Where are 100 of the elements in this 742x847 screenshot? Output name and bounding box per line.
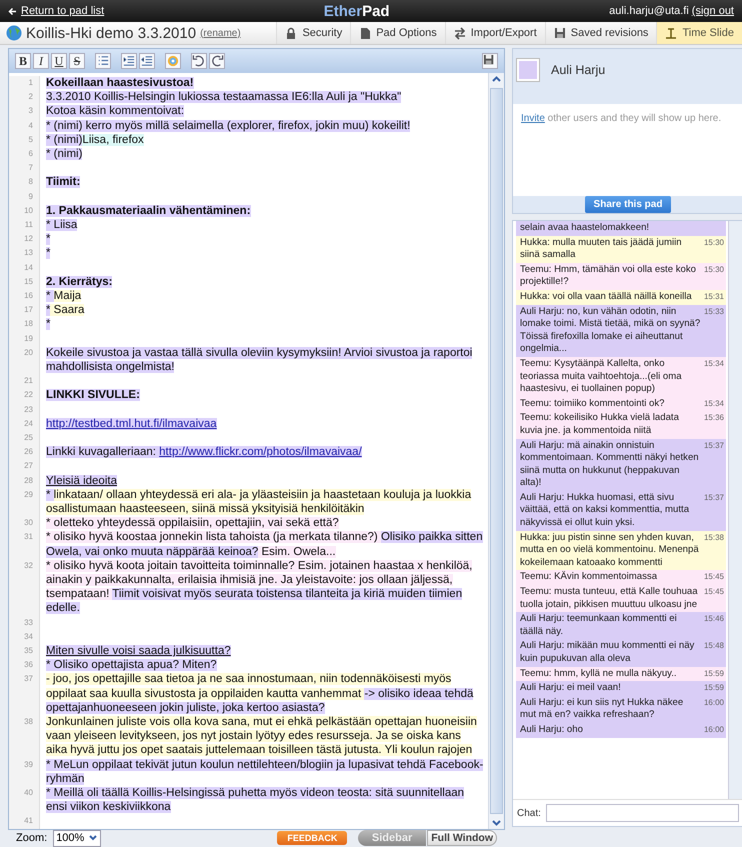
editor-line: * Meillä oli täällä Koillis-Helsingissä puhetta myös videon teosta: sitä suunnitellaan ensi viikon keskiviikkona (45, 786, 466, 814)
user-name: Auli Harju (551, 62, 606, 77)
scrollbar[interactable] (488, 73, 504, 829)
message-text: Auli Harju: teemunkaan kommentti ei täällä näy. (520, 613, 678, 638)
editor-line: LINKKI SIVULLE: (45, 388, 141, 403)
invite-text: Invite other users and they will show up here. (513, 104, 742, 196)
bold-button[interactable]: B (15, 53, 31, 69)
underline-button[interactable]: U (51, 53, 67, 69)
message-text: Teemu: kokeilisiko Hukka vielä ladata kuvia jne. ja kommentoida niitä (520, 412, 680, 438)
redo-button[interactable] (209, 53, 225, 69)
indent-button[interactable] (121, 53, 137, 69)
page-icon (359, 26, 372, 40)
message-text: Hukka: voi olla vaan täällä näillä koneilla (520, 290, 693, 304)
return-link[interactable]: Return to pad list (21, 5, 104, 17)
line-number: 31 (9, 530, 40, 559)
editor-line: * (45, 317, 52, 332)
line-number: 30 (9, 516, 40, 530)
user-email: auli.harju@uta.fi (609, 5, 689, 17)
editor-line: * oletteko yhteydessä oppilaisiin, opettajiin, vai sekä että? (45, 516, 340, 530)
arrows-icon (454, 26, 466, 40)
editor-line: * (nimi)Liisa, firefox (45, 132, 145, 148)
message-text: Auli Harju: Hukka huomasi, että sivu väittää, että on kaksi kommenttia, mutta näkyvissä ei ollut kuin yksi. (520, 492, 690, 530)
line-number: 33 (9, 616, 40, 630)
line-number: 18 (9, 317, 40, 332)
line-number: 7 (9, 161, 40, 176)
message-time: 15:30 (704, 264, 724, 276)
line-number: 27 (9, 459, 40, 474)
line-number: 29 (9, 488, 40, 516)
line-number: 41 (9, 814, 40, 829)
message-time: 15:59 (704, 682, 724, 694)
line-number: 26 (9, 445, 40, 460)
menu-tab[interactable]: Saved revisions (544, 22, 656, 44)
message-time: 15:31 (704, 290, 724, 303)
message-text: Auli Harju: mä ainakin onnistuin kommentoimaan. Kommentti näkyi hetken siinä mutta on hukkunut (heppakuvan alta)! (520, 440, 700, 490)
line-number: 17 (9, 303, 40, 318)
chat-label: Chat: (517, 808, 541, 818)
zoom-label: Zoom: (16, 832, 48, 844)
message-text: Auli Harju: ei meil vaan! (520, 682, 622, 695)
line-number: 2 (9, 90, 40, 104)
message-time: 15:33 (704, 306, 724, 318)
editor-line: * (45, 232, 52, 246)
line-number: 35 (9, 644, 40, 658)
editor-line: 2. Kierrätys: (45, 274, 114, 289)
zoom-dropdown[interactable]: 100% (53, 830, 102, 847)
color-button[interactable] (165, 53, 181, 69)
user-color-swatch[interactable] (517, 58, 539, 81)
scrollbar[interactable] (728, 221, 742, 799)
line-number: 6 (9, 147, 40, 162)
editor-line: * olisiko hyvä koota joitain tavoitteita toiminnalle? Esim. jotainen haastaa x henkilöä, ainakin y paikkakunnalta, erilaisia ihmisiä jne. Ja yleistavoite: jos ollaan jäljessä, tsempataan! Tiimit voisivat myös seurata toistensa tilanteita ja kiriä muiden tiimien edelle. (45, 558, 474, 616)
menu-tab[interactable]: Import/Export (444, 22, 545, 44)
message-time: 15:38 (704, 532, 724, 544)
outdent-button[interactable] (139, 53, 155, 69)
back-arrow-icon[interactable] (8, 6, 17, 16)
line-number: 39 (9, 758, 40, 786)
logo: EtherPad (322, 2, 391, 20)
menu-tab[interactable]: Time Slide (656, 22, 742, 44)
line-number: 10 (9, 204, 40, 218)
editor-line: * (45, 246, 52, 261)
editor-line: * Saara (45, 303, 86, 318)
message-text: Teemu: Kysytäänpä Kallelta, onko teoriassa muita vaihtoehtoja...(eli oma haastesivu, ei tuollainen popup) (520, 358, 683, 396)
message-text: Teemu: musta tunteuu, että Kalle touhuaa tuolla jotain, pikkisen muuttuu ulkoasu jne (520, 586, 699, 612)
message-time: 15:45 (704, 571, 724, 584)
save-button[interactable] (482, 53, 498, 69)
editor-line: * olisiko hyvä koostaa jonnekin lista tahoista (ja merkata tilanne?) Olisiko paikka sitten Owela, vai onko muuta näppärää keinoa? Esim. Owela... (45, 530, 484, 559)
line-number: 34 (9, 630, 40, 644)
menu-tab[interactable]: Pad Options (350, 22, 445, 44)
pad-title: Koillis-Hki demo 3.3.2010 (26, 24, 196, 42)
message-text: Teemu: hmm, kyllä ne mulla näkyuy.. (520, 668, 678, 680)
chat-input[interactable] (546, 804, 739, 822)
link[interactable]: http://testbed.tml.hut.fi/ilmavaivaa (46, 418, 217, 430)
editor-line: * (nimi) kerro myös millä selaimella (explorer, firefox, jokin muu) kokeilit! (45, 118, 412, 133)
editor-line: - joo, jos opettajille saa tietoa ja ne saa innostumaan, niin todennäköisesti myös oppilaat saa kuulla sivustosta ja oppilaiden kautta vanhemmat -> olisiko ideaa tehdä opettajanhuoneeseen jokin juliste, joka kertoo asiasta? (45, 672, 474, 715)
rename-link[interactable]: (rename) (200, 28, 241, 38)
editor-line: 1. Pakkausmateriaalin vähentäminen: (45, 204, 252, 218)
editor-line: 3.3.2010 Koillis-Helsingin lukiossa testaamassa IE6:lla Auli ja "Hukka" (45, 90, 402, 104)
message-text: Auli Harju: ei kun siis nyt Hukka näkee mut mä en? vaikka refreshaan? (520, 696, 684, 722)
editor-line: * MeLun oppilaat tekivät jutun koulun nettilehteen/blogiin ja lupasivat tehdä Facebook-ryhmän (45, 758, 484, 786)
strikethrough-button[interactable]: S (69, 53, 85, 69)
full-window-button[interactable]: Full Window (427, 830, 497, 846)
invite-link[interactable]: Invite (521, 112, 545, 124)
message-time: 16:00 (704, 724, 724, 736)
editor-line: * linkataan/ ollaan yhteydessä eri ala- ja yläasteisiin ja haastetaan kouluja ja luokkia osallistumaan haasteeseen, siinä missä yksityisiä henkilöitäkin (45, 488, 472, 516)
message-text: Hukka: mulla muuten tais jäädä jumiin siinä samalla (520, 236, 683, 262)
bullet-list-button[interactable] (95, 53, 111, 69)
line-number: 4 (9, 118, 40, 133)
editor-line: Kotoa käsin kommentoivat: (45, 104, 186, 119)
message-time: 16:00 (704, 696, 724, 709)
menu-tab[interactable]: Security (276, 22, 350, 44)
undo-button[interactable] (191, 53, 207, 69)
italic-button[interactable]: I (33, 53, 49, 69)
message-time: 15:36 (704, 412, 724, 424)
editor-line: Linkki kuvagalleriaan: http://www.flickr.com/photos/ilmavaivaa/ (45, 445, 363, 460)
editor-line: * Olisiko opettajista apua? Miten? (45, 658, 218, 672)
editor-line: Kokeillaan haastesivustoa! (45, 76, 195, 90)
editor-line: * Liisa (45, 218, 78, 232)
sign-out-link[interactable]: (sign out (692, 5, 734, 17)
link[interactable]: http://www.flickr.com/photos/ilmavaivaa/ (159, 446, 362, 458)
message-time: 15:46 (704, 613, 724, 626)
line-number: 15 (9, 274, 40, 289)
line-number: 16 (9, 289, 40, 304)
